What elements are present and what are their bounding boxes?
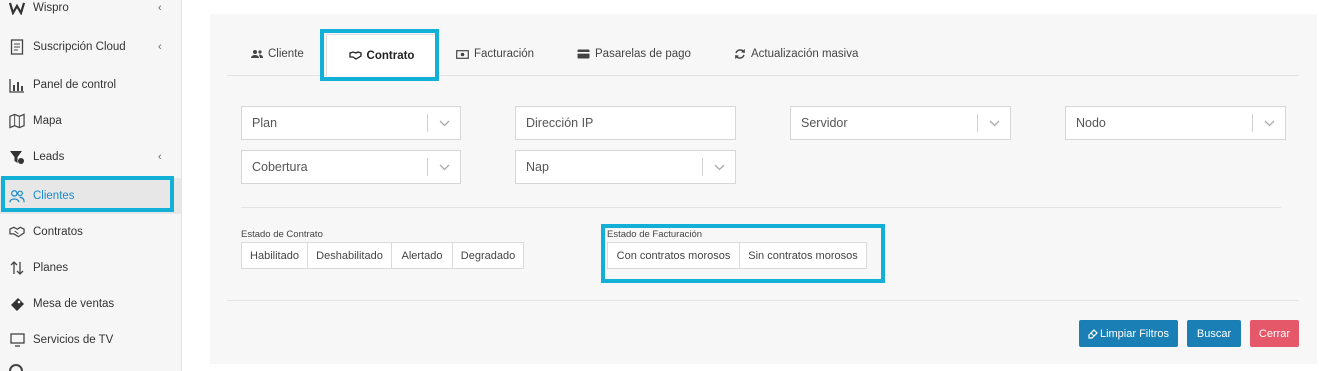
- plan-select-value: Plan: [252, 116, 278, 130]
- ip-input[interactable]: Dirección IP: [515, 106, 736, 140]
- sidebar-item-panel[interactable]: Panel de control: [0, 67, 182, 103]
- tab-bar: Cliente Contrato Facturación Pasarelas d…: [227, 34, 1299, 76]
- bar-chart-icon: [9, 77, 25, 93]
- chevron-down-icon: [1253, 120, 1285, 127]
- nodo-select-value: Nodo: [1076, 116, 1106, 130]
- sin-contratos-morosos-button[interactable]: Sin contratos morosos: [740, 243, 866, 268]
- con-contratos-morosos-button[interactable]: Con contratos morosos: [608, 243, 740, 268]
- tab-label: Pasarelas de pago: [595, 48, 691, 60]
- tab-cliente[interactable]: Cliente: [251, 34, 304, 74]
- nap-select[interactable]: Nap: [515, 150, 736, 184]
- wispro-logo-icon: [9, 0, 25, 16]
- sidebar-item-label: Mesa de ventas: [33, 298, 115, 310]
- sidebar-item-tv[interactable]: Servicios de TV: [0, 322, 182, 358]
- tab-actualizacion[interactable]: Actualización masiva: [734, 34, 858, 74]
- sidebar-item-label: Planes: [33, 262, 69, 274]
- sidebar-item-label: Clientes: [33, 190, 75, 202]
- estado-contrato-label: Estado de Contrato: [241, 229, 323, 240]
- filter-panel: Cliente Contrato Facturación Pasarelas d…: [210, 14, 1317, 364]
- tab-facturacion[interactable]: Facturación: [456, 34, 534, 74]
- chevron-down-icon: [428, 164, 460, 171]
- ip-input-placeholder: Dirección IP: [526, 116, 594, 130]
- sidebar-item-wispro[interactable]: Wispro ‹: [0, 0, 182, 26]
- refresh-icon: [734, 48, 746, 60]
- degradado-button[interactable]: Degradado: [453, 243, 523, 268]
- handshake-icon: [9, 224, 25, 240]
- habilitado-button[interactable]: Habilitado: [242, 243, 308, 268]
- tab-pasarelas[interactable]: Pasarelas de pago: [577, 34, 691, 74]
- funnel-icon: [9, 149, 25, 165]
- divider: [241, 207, 1281, 208]
- tv-icon: [9, 332, 25, 348]
- sidebar-item-mesa-ventas[interactable]: Mesa de ventas: [0, 286, 182, 322]
- divider: [227, 300, 1299, 301]
- sidebar-item-leads[interactable]: Leads ‹: [0, 139, 182, 175]
- users-icon: [9, 188, 25, 204]
- users-icon: [251, 49, 263, 59]
- servidor-select[interactable]: Servidor: [790, 106, 1011, 140]
- alertado-button[interactable]: Alertado: [392, 243, 453, 268]
- sidebar-item-planes[interactable]: Planes: [0, 250, 182, 286]
- servidor-select-value: Servidor: [801, 116, 848, 130]
- credit-card-icon: [577, 49, 590, 59]
- nodo-select[interactable]: Nodo: [1065, 106, 1286, 140]
- tab-label: Facturación: [474, 48, 535, 60]
- close-button[interactable]: Cerrar: [1250, 320, 1299, 347]
- cobertura-select-value: Cobertura: [252, 160, 308, 174]
- tab-label: Actualización masiva: [751, 48, 859, 60]
- sidebar-item-label: Wispro: [33, 2, 69, 14]
- tab-label: Contrato: [366, 49, 415, 62]
- tab-label: Cliente: [268, 48, 304, 60]
- eraser-icon: [1088, 328, 1098, 339]
- chevron-left-icon: ‹: [158, 151, 162, 163]
- sort-arrows-icon: [9, 260, 25, 276]
- chevron-down-icon: [428, 120, 460, 127]
- tab-contrato[interactable]: Contrato: [326, 34, 437, 76]
- sidebar-item-suscripcion[interactable]: Suscripción Cloud ‹: [0, 29, 182, 65]
- chevron-down-icon: [703, 164, 735, 171]
- cobertura-select[interactable]: Cobertura: [241, 150, 461, 184]
- sidebar-item-label: Mapa: [33, 115, 62, 127]
- partial-icon: [9, 364, 23, 371]
- chevron-down-icon: [978, 120, 1010, 127]
- estado-facturacion-group: Con contratos morosos Sin contratos moro…: [607, 242, 867, 269]
- sidebar-item-clientes[interactable]: Clientes: [0, 178, 182, 214]
- nap-select-value: Nap: [526, 160, 549, 174]
- sidebar-item-label: Servicios de TV: [33, 334, 114, 346]
- chevron-left-icon: ‹: [158, 41, 162, 53]
- tag-icon: [9, 296, 25, 312]
- search-button[interactable]: Buscar: [1187, 320, 1241, 347]
- sidebar-item-mapa[interactable]: Mapa: [0, 103, 182, 139]
- clear-filters-button[interactable]: Limpiar Filtros: [1079, 320, 1178, 347]
- clear-filters-label: Limpiar Filtros: [1099, 327, 1170, 340]
- sidebar-item-label: Panel de control: [33, 79, 117, 91]
- deshabilitado-button[interactable]: Deshabilitado: [308, 243, 392, 268]
- estado-facturacion-label: Estado de Facturación: [607, 229, 703, 240]
- sidebar-item-label: Contratos: [33, 226, 83, 238]
- sidebar-item-label: Suscripción Cloud: [33, 41, 126, 53]
- map-icon: [9, 113, 25, 129]
- money-icon: [456, 49, 469, 59]
- handshake-icon: [348, 51, 362, 60]
- plan-select[interactable]: Plan: [241, 106, 461, 140]
- sidebar: Wispro ‹ Suscripción Cloud ‹ Panel de co…: [0, 0, 182, 371]
- estado-contrato-group: Habilitado Deshabilitado Alertado Degrad…: [241, 242, 524, 269]
- chevron-left-icon: ‹: [158, 2, 162, 14]
- receipt-icon: [9, 39, 25, 55]
- sidebar-item-label: Leads: [33, 151, 65, 163]
- sidebar-item-contratos[interactable]: Contratos: [0, 214, 182, 250]
